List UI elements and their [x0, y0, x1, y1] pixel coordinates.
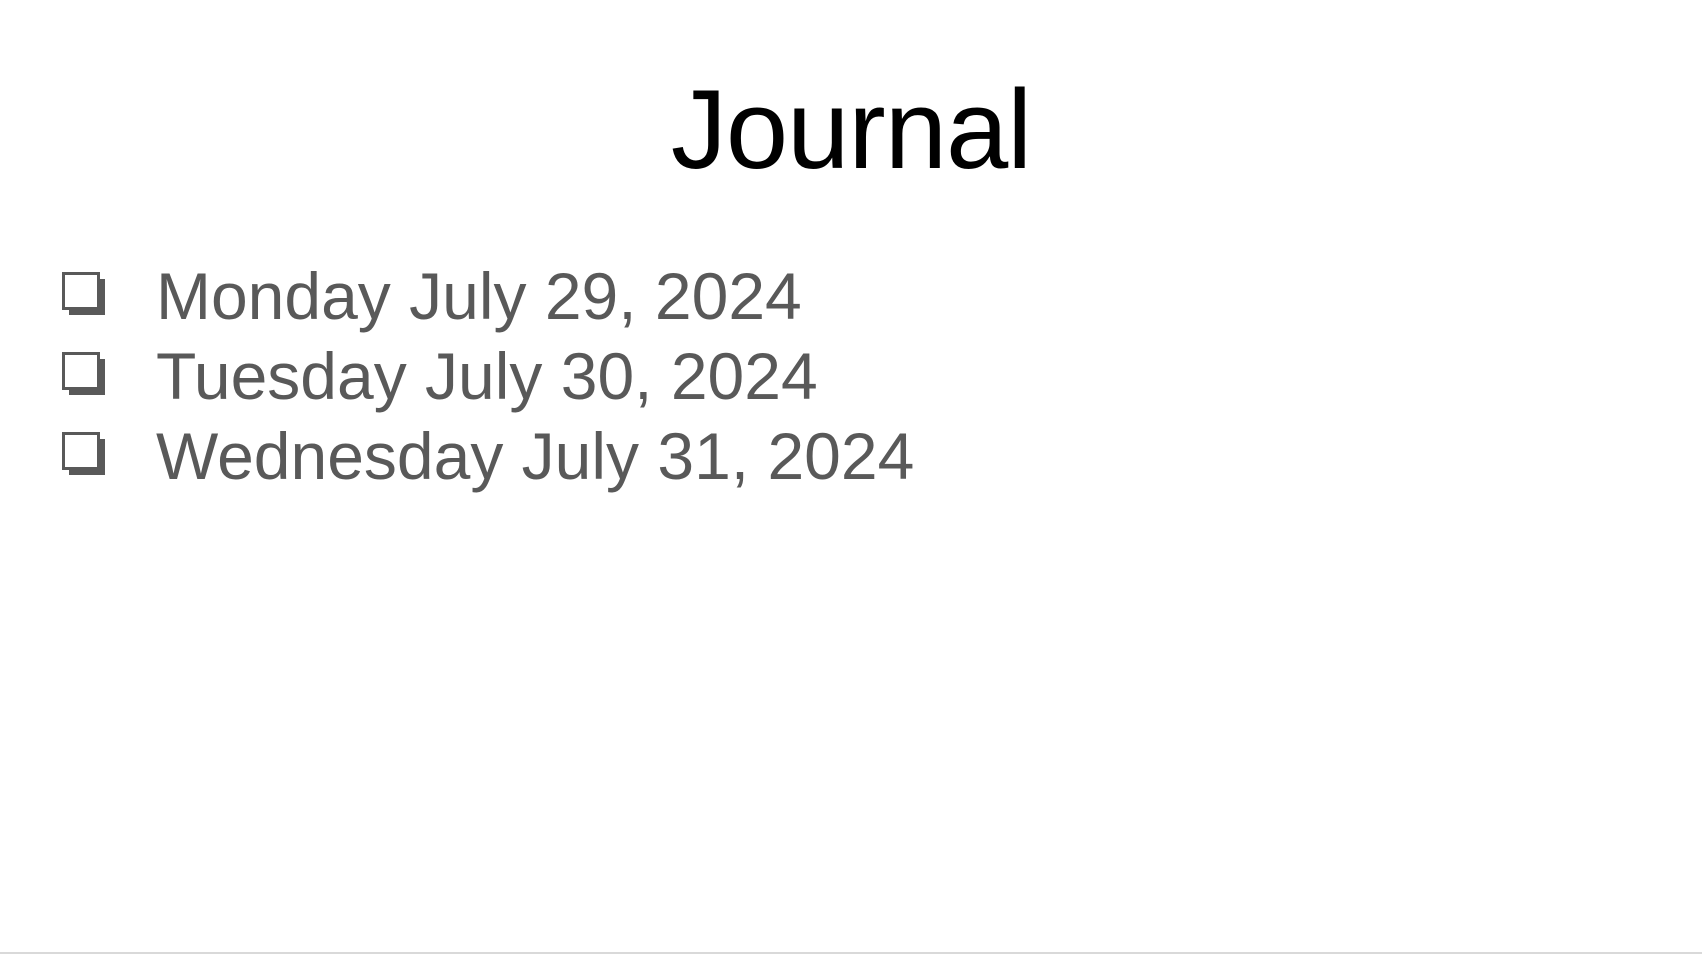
page-title: Journal [670, 67, 1032, 192]
list-item-label: Wednesday July 31, 2024 [156, 419, 915, 493]
checkbox-icon[interactable] [62, 272, 110, 320]
list-item: Tuesday July 30, 2024 [62, 336, 914, 416]
date-list: Monday July 29, 2024 Tuesday July 30, 20… [62, 256, 914, 496]
checkbox-icon[interactable] [62, 432, 110, 480]
slide: Journal Monday July 29, 2024 Tuesday Jul… [0, 0, 1702, 954]
list-item-label: Monday July 29, 2024 [156, 259, 802, 333]
list-item-label: Tuesday July 30, 2024 [156, 339, 818, 413]
list-item: Wednesday July 31, 2024 [62, 416, 914, 496]
checkbox-icon[interactable] [62, 352, 110, 400]
list-item: Monday July 29, 2024 [62, 256, 914, 336]
